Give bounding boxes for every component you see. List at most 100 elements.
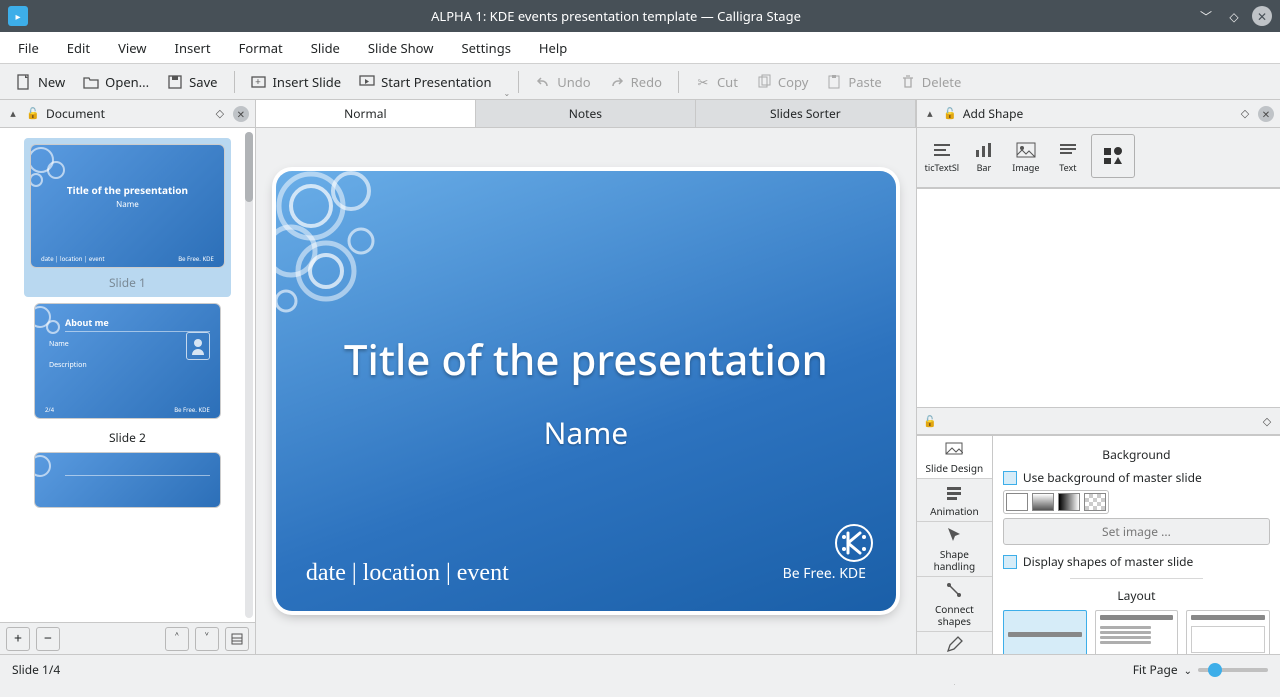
slide-canvas[interactable]: Title of the presentation Name date | lo… — [276, 171, 896, 611]
titlebar: ALPHA 1: KDE events presentation templat… — [0, 0, 1280, 32]
undo-button[interactable]: Undo — [527, 69, 598, 95]
tab-slide-design[interactable]: Slide Design — [917, 436, 992, 479]
layout-option-3[interactable] — [1186, 610, 1270, 654]
redo-button[interactable]: Redo — [601, 69, 670, 95]
cut-button[interactable]: ✂ Cut — [687, 69, 746, 95]
decorative-circles-icon — [34, 303, 75, 349]
menu-slide[interactable]: Slide — [297, 33, 354, 63]
shape-more-button[interactable] — [1091, 134, 1135, 178]
menu-help[interactable]: Help — [525, 33, 581, 63]
zoom-slider[interactable] — [1198, 668, 1268, 672]
close-panel-button[interactable]: ✕ — [233, 106, 249, 122]
insert-slide-button[interactable]: + Insert Slide — [243, 69, 350, 95]
paste-icon — [826, 74, 842, 90]
zoom-dropdown-icon[interactable]: ⌄ — [1184, 663, 1192, 677]
open-button[interactable]: Open... — [75, 69, 157, 95]
insert-slide-label: Insert Slide — [273, 73, 342, 91]
use-master-bg-checkbox[interactable] — [1003, 471, 1017, 485]
shape-bar-button[interactable]: Bar — [965, 134, 1003, 181]
thumb-title: About me — [65, 316, 210, 332]
tab-normal[interactable]: Normal — [256, 100, 476, 127]
pointer-icon — [945, 526, 963, 544]
property-tabs: Slide Design Animation Shape handling Co… — [917, 436, 993, 654]
remove-slide-button[interactable]: − — [36, 627, 60, 651]
zoom-mode-label[interactable]: Fit Page — [1133, 661, 1178, 678]
float-icon[interactable]: ◇ — [1260, 414, 1274, 428]
shape-text-slide-button[interactable]: ticTextSl — [923, 134, 961, 181]
slide-title[interactable]: Title of the presentation — [276, 331, 896, 388]
move-up-button[interactable]: ˄ — [165, 627, 189, 651]
save-icon — [167, 74, 183, 90]
lock-icon[interactable]: 🔓 — [943, 107, 957, 121]
slide-thumbnail-1[interactable]: Title of the presentation Name date | lo… — [24, 138, 231, 297]
fill-gradient2-button[interactable] — [1058, 493, 1080, 511]
svg-text:+: + — [255, 74, 261, 88]
fill-solid-button[interactable] — [1006, 493, 1028, 511]
collapse-icon[interactable]: ▴ — [923, 107, 937, 121]
start-label: Start Presentation — [381, 73, 491, 91]
new-button[interactable]: New — [8, 69, 73, 95]
slide-panel-footer: + − ˄ ˅ — [0, 622, 255, 654]
slide-subtitle[interactable]: Name — [276, 412, 896, 453]
paste-button[interactable]: Paste — [818, 69, 889, 95]
menu-edit[interactable]: Edit — [53, 33, 104, 63]
background-heading: Background — [1003, 446, 1270, 463]
delete-button[interactable]: Delete — [892, 69, 970, 95]
menu-view[interactable]: View — [104, 33, 160, 63]
float-icon[interactable]: ◇ — [213, 107, 227, 121]
shape-text-button[interactable]: Text — [1049, 134, 1087, 181]
new-file-icon — [16, 74, 32, 90]
menu-file[interactable]: File — [4, 33, 53, 63]
scrollbar-thumb[interactable] — [245, 132, 253, 202]
menu-insert[interactable]: Insert — [161, 33, 225, 63]
slide-thumbnail-3[interactable] — [34, 452, 221, 508]
menu-slideshow[interactable]: Slide Show — [354, 33, 448, 63]
save-label: Save — [189, 73, 217, 91]
tab-notes[interactable]: Notes — [476, 100, 696, 127]
toolbar-separator — [678, 71, 679, 93]
move-down-button[interactable]: ˅ — [195, 627, 219, 651]
undo-label: Undo — [557, 73, 590, 91]
float-icon[interactable]: ◇ — [1238, 107, 1252, 121]
shape-toolbar: ticTextSl Bar Image Text — [917, 128, 1280, 188]
slide-options-button[interactable] — [225, 627, 249, 651]
start-presentation-button[interactable]: Start Presentation — [351, 69, 499, 95]
canvas-area[interactable]: Title of the presentation Name date | lo… — [256, 128, 916, 654]
layout-option-2[interactable] — [1095, 610, 1179, 654]
scrollbar-track[interactable] — [245, 132, 253, 618]
shape-image-button[interactable]: Image — [1007, 134, 1045, 181]
menu-format[interactable]: Format — [225, 33, 297, 63]
properties-header: 🔓 ◇ — [917, 407, 1280, 435]
collapse-icon[interactable]: ▴ — [6, 107, 20, 121]
maximize-button[interactable]: ◇ — [1224, 6, 1244, 26]
close-panel-button[interactable]: ✕ — [1258, 106, 1274, 122]
copy-button[interactable]: Copy — [748, 69, 816, 95]
slide-thumbnail-2[interactable]: About me Name Description 2/4 Be Free. K… — [34, 303, 221, 419]
delete-icon — [900, 74, 916, 90]
menu-settings[interactable]: Settings — [447, 33, 524, 63]
start-dropdown-icon[interactable]: ⌄ — [502, 88, 511, 99]
slide-list[interactable]: Title of the presentation Name date | lo… — [0, 128, 255, 622]
lock-icon[interactable]: 🔓 — [923, 414, 937, 428]
save-button[interactable]: Save — [159, 69, 225, 95]
layout-option-1[interactable] — [1003, 610, 1087, 654]
close-window-button[interactable]: ✕ — [1252, 6, 1272, 26]
layout-grid — [1003, 610, 1270, 654]
thumb-footer-right: Be Free. KDE — [178, 255, 214, 263]
fill-gradient-button[interactable] — [1032, 493, 1054, 511]
set-image-button[interactable]: Set image ... — [1003, 518, 1270, 545]
tab-animation[interactable]: Animation — [917, 479, 992, 522]
minimize-button[interactable]: ﹀ — [1196, 6, 1216, 26]
tab-shape-handling[interactable]: Shape handling — [917, 522, 992, 577]
slide-footer-left[interactable]: date | location | event — [306, 560, 509, 587]
main-toolbar: New Open... Save + Insert Slide Start Pr… — [0, 64, 1280, 100]
tab-slides-sorter[interactable]: Slides Sorter — [696, 100, 916, 127]
lock-icon[interactable]: 🔓 — [26, 107, 40, 121]
thumb-footer-right: Be Free. KDE — [174, 406, 210, 414]
tab-connect-shapes[interactable]: Connect shapes — [917, 577, 992, 632]
layout-heading: Layout — [1003, 587, 1270, 604]
display-master-shapes-checkbox[interactable] — [1003, 555, 1017, 569]
add-slide-button[interactable]: + — [6, 627, 30, 651]
fill-pattern-button[interactable] — [1084, 493, 1106, 511]
document-panel-header: ▴ 🔓 Document ◇ ✕ — [0, 100, 255, 128]
